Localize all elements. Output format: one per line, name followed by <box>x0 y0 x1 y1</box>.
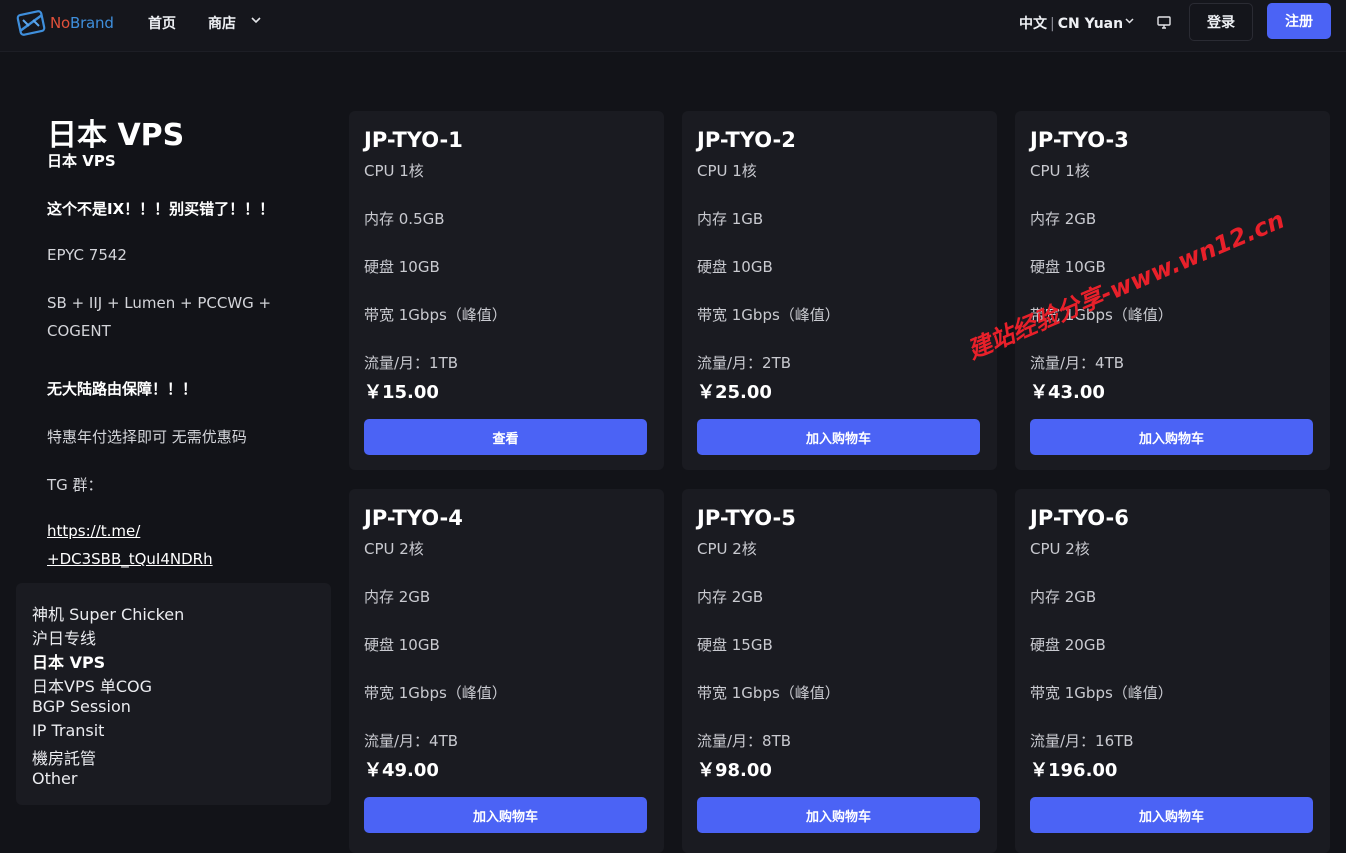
product-card: JP-TYO-5 CPU 2核 内存 2GB 硬盘 15GB 带宽 1Gbps（… <box>682 489 997 853</box>
language-label: 中文 <box>1019 16 1047 32</box>
category-item-japan-vps[interactable]: 日本 VPS <box>32 649 105 673</box>
category-item-bgp-session[interactable]: BGP Session <box>32 697 131 716</box>
product-name: JP-TYO-5 <box>697 506 796 530</box>
category-item-shanghai-japan[interactable]: 沪日专线 <box>32 625 96 649</box>
product-disk: 硬盘 10GB <box>364 636 440 654</box>
add-to-cart-button[interactable]: 加入购物车 <box>1030 797 1313 833</box>
product-traffic: 流量/月：1TB <box>364 354 459 372</box>
category-item-super-chicken[interactable]: 神机 Super Chicken <box>32 601 184 625</box>
product-card: JP-TYO-2 CPU 1核 内存 1GB 硬盘 10GB 带宽 1Gbps（… <box>682 111 997 470</box>
network-text-line1: SB + IIJ + Lumen + PCCWG + <box>47 294 272 312</box>
product-price: ￥25.00 <box>697 382 772 403</box>
logo-icon <box>16 10 46 36</box>
category-item-japan-vps-cog[interactable]: 日本VPS 单COG <box>32 673 152 697</box>
category-item-ip-transit[interactable]: IP Transit <box>32 721 104 740</box>
add-to-cart-button[interactable]: 加入购物车 <box>697 419 980 455</box>
view-product-button[interactable]: 查看 <box>364 419 647 455</box>
product-card: JP-TYO-1 CPU 1核 内存 0.5GB 硬盘 10GB 带宽 1Gbp… <box>349 111 664 470</box>
product-ram: 内存 2GB <box>1030 588 1097 606</box>
tg-link-line1[interactable]: https://t.me/ <box>47 522 140 540</box>
product-card: JP-TYO-4 CPU 2核 内存 2GB 硬盘 10GB 带宽 1Gbps（… <box>349 489 664 853</box>
product-ram: 内存 1GB <box>697 210 764 228</box>
top-navbar: NoBrand 首页 商店 中文 | CN Yuan 登录 注册 <box>0 0 1346 52</box>
network-text-line2: COGENT <box>47 322 111 340</box>
product-card: JP-TYO-6 CPU 2核 内存 2GB 硬盘 20GB 带宽 1Gbps（… <box>1015 489 1330 853</box>
product-cpu: CPU 1核 <box>1030 162 1090 180</box>
chevron-down-icon[interactable] <box>1124 15 1135 26</box>
product-disk: 硬盘 15GB <box>697 636 773 654</box>
nav-shop-menu[interactable]: 商店 <box>208 13 236 33</box>
product-traffic: 流量/月：2TB <box>697 354 792 372</box>
product-cpu: CPU 2核 <box>697 540 757 558</box>
product-cpu: CPU 2核 <box>364 540 424 558</box>
product-bandwidth: 带宽 1Gbps（峰值） <box>697 306 840 324</box>
chevron-down-icon[interactable] <box>249 13 263 27</box>
product-name: JP-TYO-3 <box>1030 128 1129 152</box>
register-button[interactable]: 注册 <box>1267 3 1331 39</box>
product-ram: 内存 2GB <box>364 588 431 606</box>
product-name: JP-TYO-6 <box>1030 506 1129 530</box>
product-traffic: 流量/月：4TB <box>1030 354 1125 372</box>
product-name: JP-TYO-1 <box>364 128 463 152</box>
product-price: ￥49.00 <box>364 760 439 781</box>
tg-link-line2[interactable]: +DC3SBB_tQuI4NDRh <box>47 550 213 568</box>
product-traffic: 流量/月：8TB <box>697 732 792 750</box>
brand-logo[interactable]: NoBrand <box>14 6 114 40</box>
product-bandwidth: 带宽 1Gbps（峰值） <box>364 684 507 702</box>
page-title: 日本 VPS <box>47 118 185 153</box>
currency-label: CN Yuan <box>1057 16 1124 32</box>
product-cpu: CPU 2核 <box>1030 540 1090 558</box>
add-to-cart-button[interactable]: 加入购物车 <box>697 797 980 833</box>
product-bandwidth: 带宽 1Gbps（峰值） <box>697 684 840 702</box>
product-disk: 硬盘 10GB <box>1030 258 1106 276</box>
product-cpu: CPU 1核 <box>364 162 424 180</box>
product-cpu: CPU 1核 <box>697 162 757 180</box>
nav-home-link[interactable]: 首页 <box>148 13 176 33</box>
product-price: ￥98.00 <box>697 760 772 781</box>
product-disk: 硬盘 10GB <box>697 258 773 276</box>
category-subtitle: 日本 VPS <box>47 152 116 170</box>
discount-note: 特惠年付选择即可 无需优惠码 <box>47 428 247 446</box>
add-to-cart-button[interactable]: 加入购物车 <box>1030 419 1313 455</box>
product-name: JP-TYO-2 <box>697 128 796 152</box>
login-button[interactable]: 登录 <box>1189 3 1253 41</box>
tg-label: TG 群： <box>47 476 103 494</box>
product-disk: 硬盘 20GB <box>1030 636 1106 654</box>
route-note: 无大陆路由保障！！！ <box>47 380 198 398</box>
add-to-cart-button[interactable]: 加入购物车 <box>364 797 647 833</box>
lang-separator: | <box>1050 16 1055 32</box>
logo-text: NoBrand <box>50 14 114 32</box>
product-price: ￥15.00 <box>364 382 439 403</box>
product-price: ￥43.00 <box>1030 382 1105 403</box>
category-item-other[interactable]: Other <box>32 769 77 788</box>
product-ram: 内存 2GB <box>1030 210 1097 228</box>
category-item-colocation[interactable]: 機房託管 <box>32 745 96 769</box>
product-ram: 内存 0.5GB <box>364 210 445 228</box>
product-ram: 内存 2GB <box>697 588 764 606</box>
product-bandwidth: 带宽 1Gbps（峰值） <box>364 306 507 324</box>
product-price: ￥196.00 <box>1030 760 1118 781</box>
product-traffic: 流量/月：16TB <box>1030 732 1134 750</box>
cpu-model-text: EPYC 7542 <box>47 246 127 264</box>
product-disk: 硬盘 10GB <box>364 258 440 276</box>
category-list: 神机 Super Chicken 沪日专线 日本 VPS 日本VPS 单COG … <box>16 583 331 805</box>
warning-text: 这个不是IX！！！别买错了！！！ <box>47 200 275 218</box>
product-name: JP-TYO-4 <box>364 506 463 530</box>
language-currency-selector[interactable]: 中文 | CN Yuan <box>1019 13 1123 33</box>
product-bandwidth: 带宽 1Gbps（峰值） <box>1030 684 1173 702</box>
monitor-icon[interactable] <box>1156 14 1172 30</box>
product-traffic: 流量/月：4TB <box>364 732 459 750</box>
